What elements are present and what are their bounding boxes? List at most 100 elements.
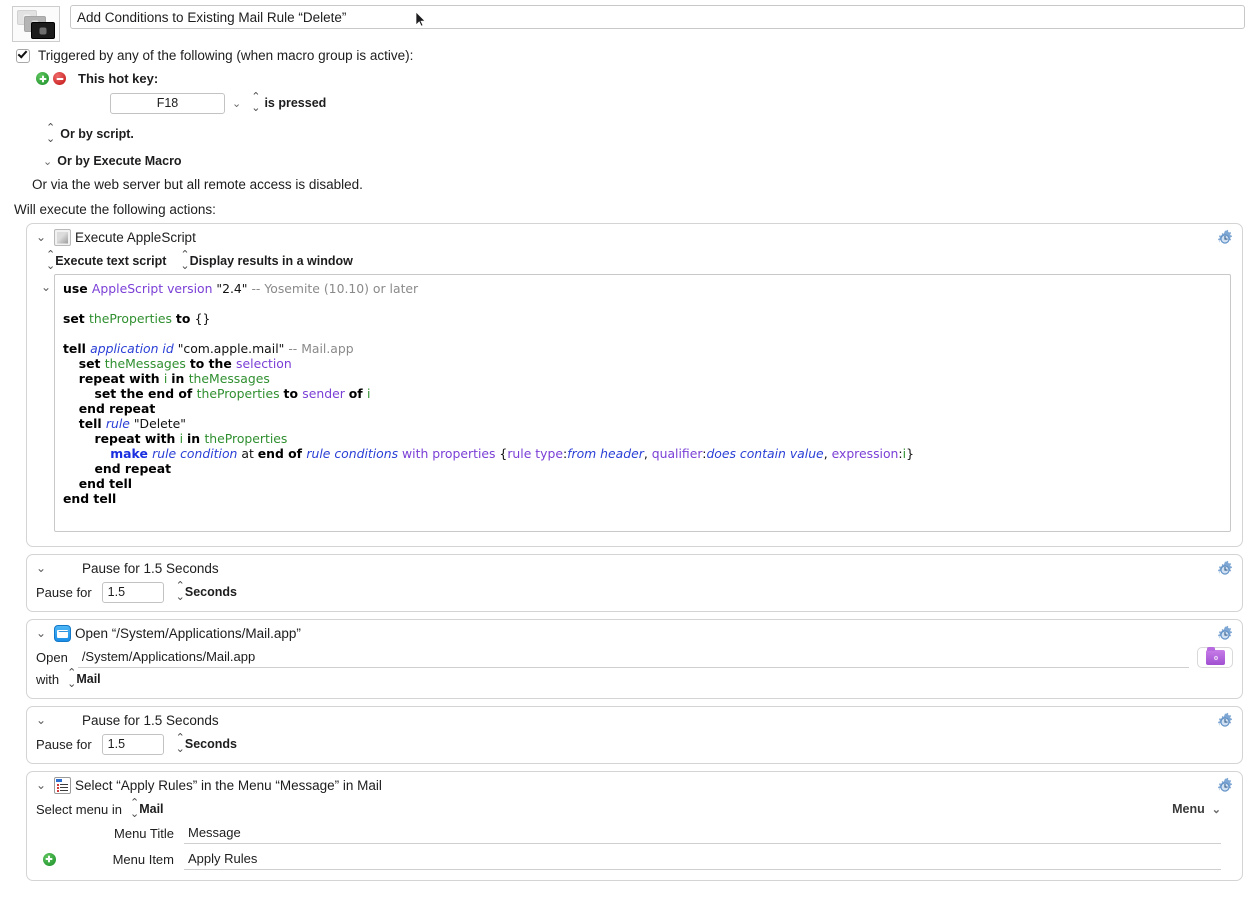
trigger-or-script-row[interactable]: ⌃ ⌄ Or by script. bbox=[0, 114, 1251, 145]
script-type-stepper-icon[interactable]: ⌃ ⌄ bbox=[46, 250, 55, 272]
menu-item-input[interactable]: Apply Rules bbox=[184, 848, 1221, 870]
action-title: Select “Apply Rules” in the Menu “Messag… bbox=[75, 777, 382, 793]
remove-trigger-icon[interactable] bbox=[53, 72, 66, 85]
or-by-execute-macro-label: Or by Execute Macro bbox=[57, 154, 182, 168]
select-menu-app-stepper-icon[interactable]: ⌃ ⌄ bbox=[130, 798, 139, 820]
action-pause-2[interactable]: ⌄ Pause for 1.5 Seconds Pause for 1.5 ⌃ ⌄… bbox=[26, 706, 1243, 764]
action-body: Open /System/Applications/Mail.app with … bbox=[27, 646, 1242, 698]
trigger-checkbox[interactable] bbox=[16, 47, 30, 63]
menu-title-label: Menu Title bbox=[114, 825, 174, 841]
add-menu-item-button[interactable] bbox=[36, 852, 62, 866]
menu-mode-label: Menu bbox=[1172, 802, 1205, 816]
chevron-down-icon[interactable]: ⌄ bbox=[232, 97, 241, 110]
actions-list: ⌄ Execute AppleScript ⌃ ⌄ Execute text sc… bbox=[0, 217, 1251, 881]
disclosure-chevron-icon[interactable]: ⌄ bbox=[36, 230, 48, 244]
action-title: Execute AppleScript bbox=[75, 229, 196, 245]
hotkey-trigger-row: This hot key: bbox=[0, 63, 1251, 86]
pause-duration-value: 1.5 bbox=[107, 585, 126, 599]
pause-units-label: Seconds bbox=[184, 585, 237, 599]
action-header[interactable]: ⌄ Execute AppleScript bbox=[27, 224, 1242, 250]
script-editor-wrap: ⌄ use AppleScript version "2.4" -- Yosem… bbox=[36, 272, 1233, 538]
with-app-stepper-icon[interactable]: ⌃ ⌄ bbox=[67, 668, 76, 690]
action-header[interactable]: ⌄ Pause for 1.5 Seconds bbox=[27, 555, 1242, 581]
web-server-note: Or via the web server but all remote acc… bbox=[32, 177, 363, 192]
hotkey-input[interactable]: F18 bbox=[110, 92, 225, 114]
trigger-or-execute-macro-row[interactable]: ⌄ Or by Execute Macro bbox=[0, 145, 1251, 168]
action-body: Pause for 1.5 ⌃ ⌄ Seconds bbox=[27, 733, 1242, 763]
pause-units-stepper-icon[interactable]: ⌃ ⌄ bbox=[176, 581, 185, 603]
trigger-checkbox-label: Triggered by any of the following (when … bbox=[38, 48, 414, 63]
disclosure-chevron-icon[interactable]: ⌄ bbox=[36, 626, 48, 640]
menu-title-row: Menu Title Message bbox=[36, 820, 1233, 846]
add-menu-item-icon bbox=[42, 852, 56, 866]
chevron-down-icon[interactable]: ⌄ bbox=[43, 155, 52, 168]
pause-label: Pause for bbox=[36, 584, 92, 600]
script-type-label: Execute text script bbox=[55, 254, 167, 268]
script-trigger-stepper-icon[interactable]: ⌃ ⌄ bbox=[46, 123, 55, 145]
browse-folder-button[interactable] bbox=[1197, 646, 1233, 668]
add-trigger-icon[interactable] bbox=[36, 72, 49, 85]
action-execute-applescript[interactable]: ⌄ Execute AppleScript ⌃ ⌄ Execute text sc… bbox=[26, 223, 1243, 547]
disclosure-chevron-icon[interactable]: ⌄ bbox=[36, 561, 48, 575]
action-title: Pause for 1.5 Seconds bbox=[82, 560, 219, 576]
open-path-input[interactable]: /System/Applications/Mail.app bbox=[77, 646, 1189, 668]
menu-mode-dropdown[interactable]: Menu ⌄ bbox=[1172, 798, 1221, 820]
hotkey-condition-label: is pressed bbox=[264, 96, 327, 110]
mail-app-icon bbox=[54, 624, 71, 642]
open-with-row: with ⌃ ⌄ Mail bbox=[36, 668, 1233, 690]
menu-title-input[interactable]: Message bbox=[184, 822, 1221, 844]
select-menu-row: Select menu in ⌃ ⌄ Mail Menu ⌄ bbox=[36, 798, 1233, 820]
menu-item-row: Menu Item Apply Rules bbox=[36, 846, 1233, 872]
menu-item-label: Menu Item bbox=[112, 851, 174, 867]
pause-duration-input[interactable]: 1.5 bbox=[101, 733, 164, 755]
action-body: Select menu in ⌃ ⌄ Mail Menu ⌄ Menu Title… bbox=[27, 798, 1242, 880]
action-select-menu[interactable]: ⌄ Select “Apply Rules” in the Menu “Mess… bbox=[26, 771, 1243, 881]
pause-row: Pause for 1.5 ⌃ ⌄ Seconds bbox=[36, 733, 1233, 755]
pause-units-label: Seconds bbox=[184, 737, 237, 751]
action-title: Open “/System/Applications/Mail.app” bbox=[75, 625, 301, 641]
action-header[interactable]: ⌄ Open “/System/Applications/Mail.app” bbox=[27, 620, 1242, 646]
macro-keycaps-icon bbox=[12, 6, 60, 42]
pause-label: Pause for bbox=[36, 736, 92, 752]
disclosure-chevron-icon[interactable]: ⌄ bbox=[36, 713, 48, 727]
hotkey-value: F18 bbox=[156, 96, 179, 110]
script-options-row: ⌃ ⌄ Execute text script ⌃ ⌄ Display result… bbox=[36, 250, 1233, 272]
hotkey-condition-stepper[interactable]: ⌃ ⌄ bbox=[251, 92, 260, 114]
macro-header: Add Conditions to Existing Mail Rule “De… bbox=[0, 0, 1251, 42]
pause-duration-value: 1.5 bbox=[107, 737, 126, 751]
gear-clock-icon[interactable] bbox=[1215, 229, 1235, 249]
gear-clock-icon[interactable] bbox=[1215, 625, 1235, 645]
open-path-value: /System/Applications/Mail.app bbox=[81, 649, 256, 664]
macro-name-input[interactable]: Add Conditions to Existing Mail Rule “De… bbox=[70, 5, 1245, 29]
results-option-stepper-icon[interactable]: ⌃ ⌄ bbox=[180, 250, 189, 272]
trigger-enabled-row[interactable]: Triggered by any of the following (when … bbox=[0, 42, 1251, 63]
action-open-mail[interactable]: ⌄ Open “/System/Applications/Mail.app” O… bbox=[26, 619, 1243, 699]
action-pause-1[interactable]: ⌄ Pause for 1.5 Seconds Pause for 1.5 ⌃ ⌄… bbox=[26, 554, 1243, 612]
menu-item-value: Apply Rules bbox=[188, 851, 258, 866]
action-header[interactable]: ⌄ Select “Apply Rules” in the Menu “Mess… bbox=[27, 772, 1242, 798]
or-by-script-label: Or by script. bbox=[60, 127, 134, 141]
hotkey-settings-row: F18 ⌄ ⌃ ⌄ is pressed bbox=[0, 86, 1251, 114]
action-header[interactable]: ⌄ Pause for 1.5 Seconds bbox=[27, 707, 1242, 733]
script-disclosure-icon[interactable]: ⌄ bbox=[38, 274, 54, 532]
macro-name-value: Add Conditions to Existing Mail Rule “De… bbox=[77, 9, 347, 25]
action-title: Pause for 1.5 Seconds bbox=[82, 712, 219, 728]
select-menu-app-value: Mail bbox=[139, 802, 164, 816]
chevron-down-icon: ⌄ bbox=[1211, 803, 1221, 816]
disclosure-chevron-icon[interactable]: ⌄ bbox=[36, 778, 48, 792]
menu-list-icon bbox=[54, 776, 71, 794]
gear-clock-icon[interactable] bbox=[1215, 712, 1235, 732]
open-label: Open bbox=[36, 649, 68, 665]
gear-clock-icon[interactable] bbox=[1215, 777, 1235, 797]
action-body: Pause for 1.5 ⌃ ⌄ Seconds bbox=[27, 581, 1242, 611]
applescript-editor[interactable]: use AppleScript version "2.4" -- Yosemit… bbox=[54, 274, 1231, 532]
pause-duration-input[interactable]: 1.5 bbox=[101, 581, 164, 603]
pause-units-stepper-icon[interactable]: ⌃ ⌄ bbox=[176, 733, 185, 755]
folder-settings-icon bbox=[1205, 646, 1225, 665]
menu-title-value: Message bbox=[188, 825, 241, 840]
actions-intro-label: Will execute the following actions: bbox=[14, 202, 216, 217]
applescript-document-icon bbox=[54, 228, 71, 246]
pause-row: Pause for 1.5 ⌃ ⌄ Seconds bbox=[36, 581, 1233, 603]
results-option-label: Display results in a window bbox=[189, 254, 353, 268]
gear-clock-icon[interactable] bbox=[1215, 560, 1235, 580]
